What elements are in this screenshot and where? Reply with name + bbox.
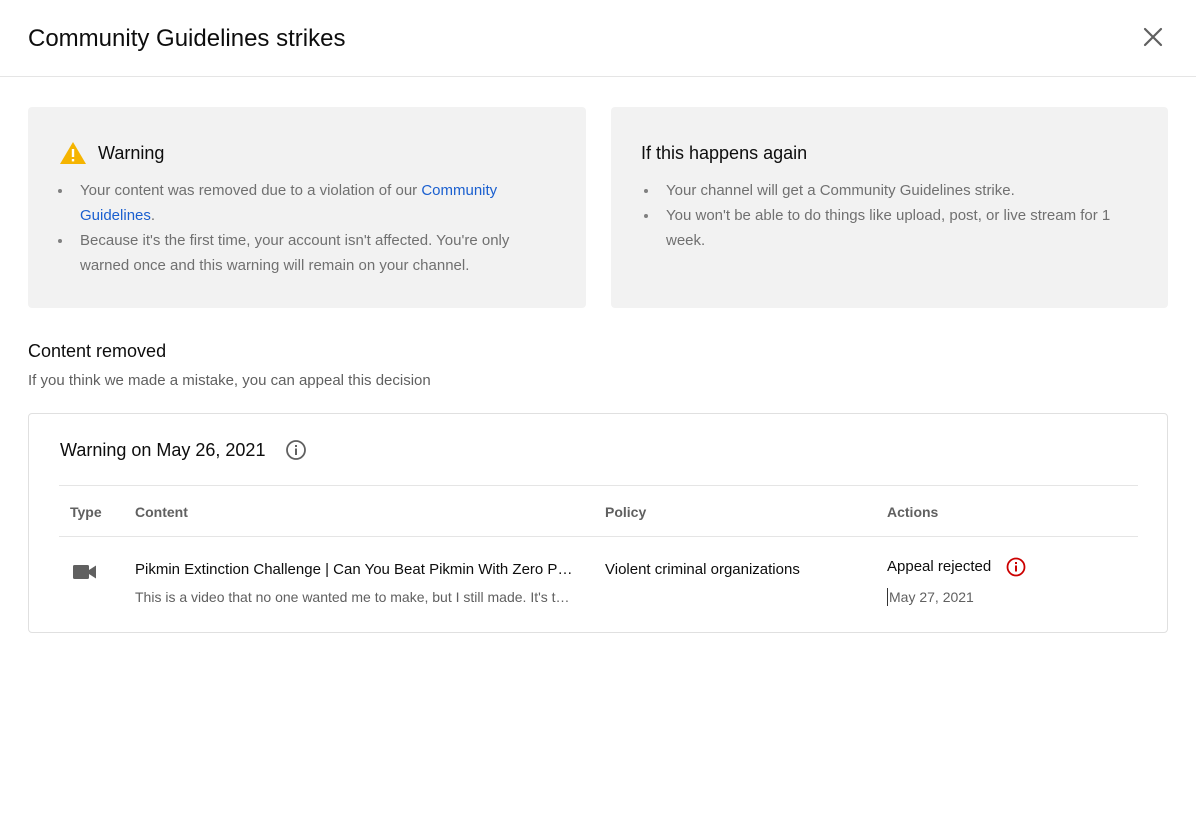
warning-bullet-period: . [150, 207, 156, 224]
warning-details-panel: Warning on May 26, 2021 Type Content Pol… [28, 413, 1168, 633]
warning-date-title: Warning on May 26, 2021 [60, 440, 266, 460]
if-happens-again-bullets: Your channel will get a Community Guidel… [640, 178, 1140, 253]
warning-triangle-icon [60, 142, 86, 164]
consequence-bullet: You won't be able to do things like uplo… [640, 203, 1140, 253]
policy-value: Violent criminal organizations [605, 561, 800, 578]
video-camera-icon [73, 565, 96, 579]
dialog-title: Community Guidelines strikes [28, 25, 346, 52]
if-happens-again-title: If this happens again [641, 143, 808, 163]
content-title-link[interactable]: Pikmin Extinction Challenge | Can You Be… [135, 560, 575, 579]
content-description: This is a video that no one wanted me to… [135, 589, 575, 605]
close-button[interactable] [1138, 22, 1168, 52]
info-icon[interactable] [284, 438, 308, 462]
warning-bullet: Your content was removed due to a violat… [54, 178, 554, 228]
column-header-type: Type [70, 504, 102, 520]
if-happens-again-card: If this happens again Your channel will … [611, 107, 1168, 308]
warning-bullet-text: Your content was removed due to a violat… [80, 182, 422, 199]
warning-bullets: Your content was removed due to a violat… [54, 178, 554, 278]
content-removed-subtitle: If you think we made a mistake, you can … [28, 372, 431, 389]
appeal-date: May 27, 2021 [887, 588, 974, 606]
appeal-status: Appeal rejected [887, 558, 992, 575]
warning-bullet: Because it's the first time, your accoun… [54, 228, 554, 278]
warning-title: Warning [98, 143, 165, 163]
dialog-header: Community Guidelines strikes [0, 0, 1196, 77]
warning-card: Warning Your content was removed due to … [28, 107, 586, 308]
content-removed-title: Content removed [28, 341, 167, 361]
alert-circle-icon[interactable] [1005, 556, 1027, 578]
consequence-bullet: Your channel will get a Community Guidel… [640, 178, 1140, 203]
column-header-content: Content [135, 504, 188, 520]
close-icon [1143, 27, 1163, 47]
table-divider [59, 536, 1138, 537]
table-divider [59, 485, 1138, 486]
column-header-policy: Policy [605, 504, 647, 520]
column-header-actions: Actions [887, 504, 939, 520]
